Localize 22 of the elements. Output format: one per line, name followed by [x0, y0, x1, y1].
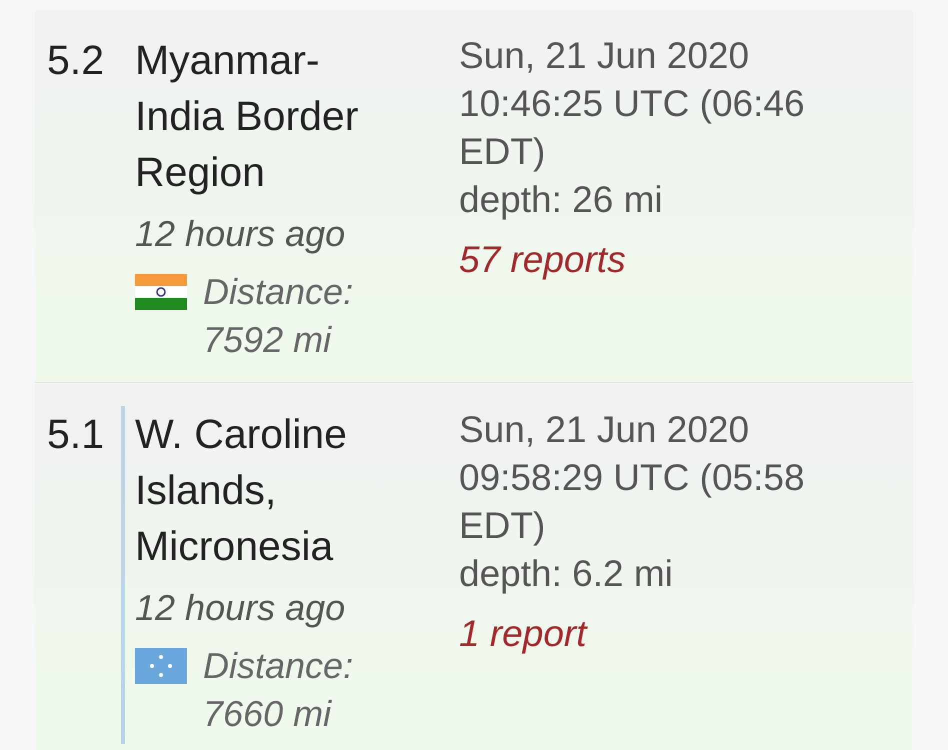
- magnitude: 5.1: [47, 410, 105, 459]
- depth-text: depth: 6.2 mi: [459, 552, 674, 596]
- place-name: Myanmar-India Border Region: [135, 36, 360, 197]
- place-name: W. Caroline Islands, Micronesia: [135, 410, 348, 571]
- magnitude: 5.2: [47, 36, 105, 85]
- reports-link[interactable]: 1 report: [459, 610, 913, 658]
- earthquake-card[interactable]: 5.1 W. Caroline Islands, Micronesia 12 hours ago Distance: 7660 mi Sun, 21 Jun 2020 09:58:29 UTC (05:58 EDT) depth: 6.2 mi 1 report: [35, 384, 913, 750]
- micronesia-flag-icon: [135, 648, 187, 684]
- distance-value: 7592 mi: [203, 318, 333, 362]
- depth-text: depth: 26 mi: [459, 178, 664, 222]
- time-ago: 12 hours ago: [135, 586, 346, 630]
- distance-label: Distance:: [203, 270, 354, 314]
- india-flag-icon: [135, 274, 187, 310]
- time-text: 09:58:29 UTC (05:58 EDT): [459, 456, 806, 548]
- date-text: Sun, 21 Jun 2020: [459, 34, 750, 78]
- distance-value: 7660 mi: [203, 692, 333, 736]
- reports-link[interactable]: 57 reports: [459, 236, 913, 284]
- date-text: Sun, 21 Jun 2020: [459, 408, 750, 452]
- distance-label: Distance:: [203, 644, 354, 688]
- time-text: 10:46:25 UTC (06:46 EDT): [459, 82, 806, 174]
- earthquake-card[interactable]: 5.2 Myanmar-India Border Region 12 hours ago Distance: 7592 mi Sun, 21 Jun 2020 10:46:25 UTC (06:46 EDT) depth: 26 mi 57 reports: [35, 10, 913, 383]
- time-ago: 12 hours ago: [135, 212, 346, 256]
